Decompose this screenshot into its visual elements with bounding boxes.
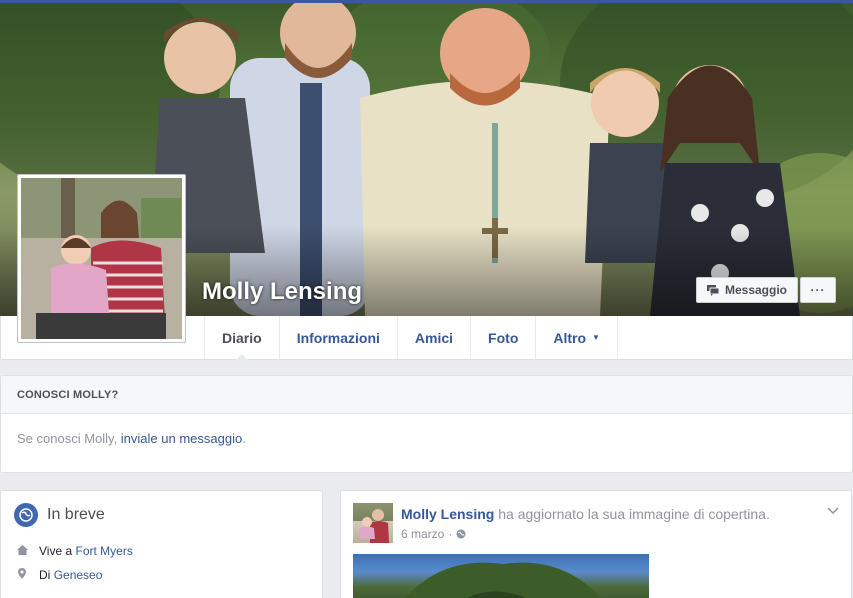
send-message-link[interactable]: inviale un messaggio xyxy=(121,431,242,446)
timeline-post: Molly Lensing ha aggiornato la sua immag… xyxy=(340,490,852,598)
caret-down-icon: ▼ xyxy=(592,333,600,342)
intro-title: In breve xyxy=(47,506,105,523)
intro-row-prefix: Di xyxy=(39,568,51,582)
know-box-text: Se conosci Molly, inviale un messaggio. xyxy=(1,414,852,463)
house-icon xyxy=(15,544,29,558)
tab-amici[interactable]: Amici xyxy=(396,316,470,359)
tab-label: Amici xyxy=(414,329,454,346)
timeline-tabs: Diario Informazioni Amici Foto Altro ▼ xyxy=(204,316,618,360)
tab-label: Informazioni xyxy=(296,329,380,346)
globe-icon xyxy=(14,503,38,527)
post-headline: Molly Lensing ha aggiornato la sua immag… xyxy=(401,506,770,522)
profile-photo-illustration xyxy=(21,178,182,339)
tab-diario[interactable]: Diario xyxy=(204,316,279,360)
profile-name[interactable]: Molly Lensing xyxy=(202,278,362,306)
post-date[interactable]: 6 marzo xyxy=(401,527,444,541)
post-cover-image[interactable] xyxy=(353,554,649,598)
message-button[interactable]: Messaggio xyxy=(695,277,798,303)
tab-label: Diario xyxy=(222,329,262,346)
know-box-suffix: . xyxy=(242,431,246,446)
profile-picture-image xyxy=(21,178,182,339)
cover-actions: Messaggio ··· xyxy=(695,277,836,303)
message-icon xyxy=(706,284,720,296)
intro-card: In breve Vive a Fort Myers Di Geneseo xyxy=(0,490,323,598)
tab-label: Altro xyxy=(553,329,587,346)
tab-informazioni[interactable]: Informazioni xyxy=(278,316,397,359)
more-options-button[interactable]: ··· xyxy=(800,277,836,303)
post-action-text: ha aggiornato la sua immagine di coperti… xyxy=(494,506,770,522)
globe-icon[interactable] xyxy=(456,529,466,539)
intro-row-from: Di Geneseo xyxy=(1,563,322,587)
tab-altro[interactable]: Altro ▼ xyxy=(535,316,618,359)
fort-myers-link[interactable]: Fort Myers xyxy=(75,544,132,558)
post-author-link[interactable]: Molly Lensing xyxy=(401,506,494,522)
chevron-down-icon[interactable] xyxy=(827,504,839,518)
geneseo-link[interactable]: Geneseo xyxy=(54,568,103,582)
meta-separator: · xyxy=(448,527,453,541)
know-box-title: CONOSCI MOLLY? xyxy=(1,376,852,414)
more-icon: ··· xyxy=(810,283,826,297)
post-author-avatar[interactable] xyxy=(353,503,393,543)
profile-picture[interactable] xyxy=(17,174,186,343)
post-meta: 6 marzo · xyxy=(401,527,466,541)
location-pin-icon xyxy=(15,568,29,582)
intro-row-lives-in: Vive a Fort Myers xyxy=(1,539,322,563)
intro-header: In breve xyxy=(1,491,322,539)
tab-label: Foto xyxy=(488,329,519,346)
tab-foto[interactable]: Foto xyxy=(470,316,535,359)
know-box-prefix: Se conosci Molly, xyxy=(17,431,121,446)
message-button-label: Messaggio xyxy=(724,283,787,297)
know-person-box: CONOSCI MOLLY? Se conosci Molly, inviale… xyxy=(0,375,853,473)
intro-row-prefix: Vive a xyxy=(39,544,73,558)
